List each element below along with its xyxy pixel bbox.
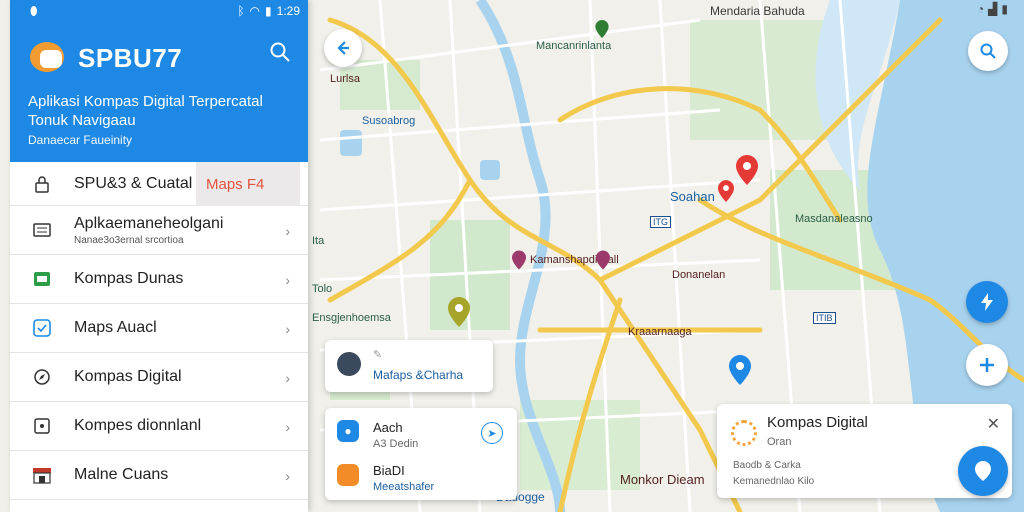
store-icon xyxy=(32,465,52,485)
card-line: Kemanednlao Kilo xyxy=(733,476,815,487)
wifi-icon: ◔ xyxy=(976,2,985,16)
tagline-line: Aplikasi Kompas Digital Terpercatal xyxy=(28,93,263,110)
chevron-right-icon: › xyxy=(285,419,290,435)
menu-item-label: Kompas Dunas xyxy=(74,270,184,287)
wifi-icon: ◠ xyxy=(249,4,261,18)
location-pin-icon[interactable] xyxy=(596,250,610,270)
chevron-right-icon: › xyxy=(285,370,290,386)
map-label: Soahan xyxy=(670,189,715,204)
location-pin-icon[interactable] xyxy=(595,20,609,38)
battery-icon: ▮ xyxy=(265,4,272,18)
maps-tab[interactable]: Maps F4 xyxy=(196,162,300,206)
map-place-name: Mendaria Bahuda xyxy=(710,4,805,18)
compass-icon xyxy=(32,367,52,387)
location-pin-icon[interactable] xyxy=(729,355,751,385)
card-subtitle: Meeatshafer xyxy=(373,481,435,493)
map-label: Ensgjenhoemsa xyxy=(312,312,391,324)
navigate-button[interactable] xyxy=(966,281,1008,323)
chevron-right-icon: › xyxy=(285,468,290,484)
tagline-line: Tonuk Navigaau xyxy=(28,112,136,129)
map-label: Donanelan xyxy=(672,269,726,281)
card-title: Mafaps &Charha xyxy=(373,368,464,382)
menu-item-label: Kompes dionnlanl xyxy=(74,417,202,434)
place-card-small[interactable]: ✎ Mafaps &Charha xyxy=(325,340,493,392)
search-icon xyxy=(980,43,996,59)
location-pin-icon[interactable] xyxy=(718,180,734,202)
fuel-pump-icon xyxy=(337,352,361,376)
back-button[interactable] xyxy=(324,29,362,67)
arrow-left-icon xyxy=(337,41,349,55)
close-icon[interactable]: ✕ xyxy=(987,414,1000,434)
menu-item-label: Maps Auacl xyxy=(74,319,157,336)
card-subtitle: A3 Dedin xyxy=(373,438,419,450)
zoom-in-button[interactable] xyxy=(966,344,1008,386)
pin-app-icon: ● xyxy=(337,420,359,442)
lock-icon xyxy=(32,174,52,194)
place-list-card[interactable]: ● Aach A3 Dedin ➤ BiaDI Meeatshafer xyxy=(325,408,517,500)
location-pin-icon[interactable] xyxy=(512,250,526,270)
sparkle-icon: ✎ xyxy=(373,349,383,361)
app-subtitle: Danaecar Faueinity xyxy=(28,133,133,147)
card-line: Baodb & Carka xyxy=(733,460,801,471)
card-title: Aach xyxy=(373,420,403,435)
fuel-app-icon xyxy=(337,464,359,486)
compass-logo-icon xyxy=(731,420,757,446)
location-pin-icon[interactable] xyxy=(448,297,470,327)
menu-item-label: SPU&3 & Cuatal xyxy=(74,174,193,192)
navigation-drawer: ⬮ ᛒ ◠ ▮ 1:29 SPBU77 Aplikasi Kompas Digi… xyxy=(10,0,308,512)
directions-button[interactable] xyxy=(958,446,1008,496)
list-icon xyxy=(32,220,52,240)
menu-item[interactable]: Kompas Digital › xyxy=(10,353,308,402)
menu-item[interactable]: SPU&3 & Cuatal Maps F4 xyxy=(10,162,308,206)
notification-icon: ⬮ xyxy=(30,3,38,18)
battery-icon: ▮ xyxy=(1001,2,1008,16)
bolt-icon xyxy=(981,293,993,311)
bluetooth-icon: ᛒ xyxy=(237,4,245,18)
status-icons: ◔ ▟ ▮ xyxy=(977,2,1008,16)
app-tagline: Aplikasi Kompas Digital Terpercatal Tonu… xyxy=(28,92,263,130)
location-pin-icon[interactable] xyxy=(736,155,758,185)
menu-item-sub: Nanae3o3ernal srcortioa xyxy=(74,234,184,246)
drawer-menu: SPU&3 & Cuatal Maps F4 Aplkaemaneheolgan… xyxy=(10,162,308,500)
map-label: Kraaarnaaga xyxy=(628,326,692,338)
menu-item[interactable]: Malne Cuans › xyxy=(10,451,308,500)
app-name: SPBU77 xyxy=(78,42,183,73)
map-search-button[interactable] xyxy=(968,31,1008,71)
chevron-right-icon: › xyxy=(285,272,290,288)
menu-item[interactable]: Kompes dionnlanl › xyxy=(10,402,308,451)
menu-item-label: Malne Cuans xyxy=(74,466,169,483)
map-label: Susoabrog xyxy=(362,115,416,127)
menu-item-label: Kompas Digital xyxy=(74,368,182,385)
phone-status-bar: ⬮ ᛒ ◠ ▮ 1:29 xyxy=(10,0,308,22)
card-rating: Oran xyxy=(767,436,792,448)
target-icon xyxy=(32,416,52,436)
signal-icon: ▟ xyxy=(988,2,998,16)
map-label: Masdanaleasno xyxy=(795,213,873,225)
menu-item[interactable]: Kompas Dunas › xyxy=(10,255,308,304)
search-icon[interactable] xyxy=(268,40,292,64)
chevron-right-icon: › xyxy=(285,223,290,239)
menu-item[interactable]: Maps Auacl › xyxy=(10,304,308,353)
road-shield: ITIB xyxy=(813,312,836,324)
plus-icon xyxy=(980,358,994,372)
menu-item-label: Aplkaemaneheolgani xyxy=(74,214,224,232)
map-label: Ita xyxy=(312,235,325,247)
map-label: Tolo xyxy=(312,283,333,295)
card-title: BiaDI xyxy=(373,463,405,478)
menu-item[interactable]: Aplkaemaneheolgani Nanae3o3ernal srcorti… xyxy=(10,206,308,255)
map-label: Monkor Dieam xyxy=(620,472,705,487)
pin-icon xyxy=(975,461,991,481)
map-icon xyxy=(32,269,52,289)
brand: SPBU77 xyxy=(28,38,182,78)
status-time: 1:29 xyxy=(276,4,300,18)
map-label: Lurlsa xyxy=(330,73,360,85)
drawer-header: ⬮ ᛒ ◠ ▮ 1:29 SPBU77 Aplikasi Kompas Digi… xyxy=(10,0,308,162)
compass-icon[interactable]: ➤ xyxy=(481,422,503,444)
app-logo-icon xyxy=(28,38,72,78)
chevron-right-icon: › xyxy=(285,321,290,337)
checklist-icon xyxy=(32,318,52,338)
road-shield: ITG xyxy=(650,216,671,228)
card-title: Kompas Digital xyxy=(767,414,868,431)
map-label: Mancanrinlanta xyxy=(536,40,612,52)
